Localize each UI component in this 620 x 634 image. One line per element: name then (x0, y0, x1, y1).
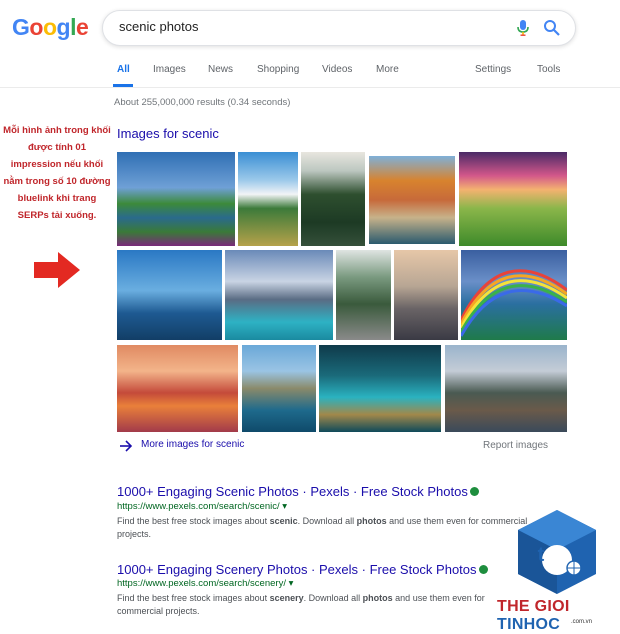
image-thumbnail[interactable] (225, 250, 333, 340)
arrow-more-icon[interactable] (119, 440, 133, 452)
image-thumbnail[interactable] (394, 250, 458, 340)
result-stats: About 255,000,000 results (0.34 seconds) (114, 97, 291, 108)
header-divider (0, 87, 620, 88)
image-thumbnail[interactable] (117, 250, 222, 340)
watermark-word: GIOI (534, 598, 570, 615)
image-thumbnail[interactable] (336, 250, 391, 340)
logo-letter-o1: o (29, 14, 43, 40)
tab-news[interactable]: News (208, 64, 233, 75)
snippet-text: Find the best free stock images about (117, 516, 270, 526)
verified-icon (469, 487, 479, 497)
snippet-text: . Download all (297, 516, 357, 526)
logo-letter-o2: o (42, 14, 57, 40)
tab-more[interactable]: More (376, 64, 399, 75)
watermark-letter: t (537, 544, 545, 566)
image-thumbnail[interactable] (238, 152, 298, 246)
url-dropdown-icon[interactable]: ▾ (282, 501, 287, 512)
google-logo[interactable]: Google (12, 14, 89, 41)
image-thumbnail[interactable] (319, 345, 441, 432)
result-url-text: https://www.pexels.com/search/scenic/ (117, 501, 280, 512)
snippet-keyword: scenery (269, 593, 304, 603)
watermark-word: TINHOC (497, 616, 561, 633)
snippet-text: Find the best free stock images about (117, 593, 270, 603)
watermark-word: THE (497, 598, 530, 615)
image-thumbnail[interactable] (117, 345, 238, 432)
snippet-keyword: photos (362, 593, 393, 603)
image-thumbnail[interactable] (461, 250, 567, 340)
tab-settings[interactable]: Settings (475, 64, 511, 75)
image-thumbnail[interactable] (301, 152, 365, 246)
result-url-text: https://www.pexels.com/search/scenery/ (117, 578, 286, 589)
watermark-domain: .com.vn (571, 619, 593, 625)
result-snippet: Find the best free stock images about sc… (117, 592, 529, 618)
result-title[interactable]: 1000+ Engaging Scenery Photos · Pexels ·… (117, 562, 477, 577)
snippet-text: . Download all (303, 593, 363, 603)
url-dropdown-icon[interactable]: ▾ (289, 578, 294, 589)
snippet-keyword: scenic (269, 516, 298, 526)
rainbow-graphic (461, 269, 567, 337)
tab-videos[interactable]: Videos (322, 64, 352, 75)
image-thumbnail[interactable] (117, 152, 235, 246)
search-result: 1000+ Engaging Scenic Photos · Pexels · … (117, 483, 479, 501)
result-url[interactable]: https://www.pexels.com/search/scenery/ ▾ (117, 578, 293, 589)
search-result: 1000+ Engaging Scenery Photos · Pexels ·… (117, 561, 488, 579)
search-input[interactable]: scenic photos (119, 19, 199, 34)
watermark-text: THE GIOI TINHOC (497, 598, 620, 634)
logo-letter-g: G (12, 14, 30, 40)
images-heading[interactable]: Images for scenic (117, 126, 219, 141)
image-thumbnail[interactable] (369, 156, 455, 244)
more-images-link[interactable]: More images for scenic (141, 439, 244, 450)
result-url[interactable]: https://www.pexels.com/search/scenic/ ▾ (117, 501, 287, 512)
image-thumbnail[interactable] (459, 152, 567, 246)
snippet-keyword: photos (356, 516, 387, 526)
verified-icon (478, 565, 488, 575)
microphone-icon[interactable] (515, 19, 531, 37)
result-snippet: Find the best free stock images about sc… (117, 515, 529, 541)
search-box[interactable]: scenic photos (102, 10, 576, 46)
search-tabs: All Images News Shopping Videos More Set… (0, 64, 620, 88)
result-title[interactable]: 1000+ Engaging Scenic Photos · Pexels · … (117, 484, 468, 499)
watermark-logo (518, 510, 596, 594)
image-thumbnail[interactable] (242, 345, 316, 432)
arrow-right-icon (34, 252, 80, 288)
tab-images[interactable]: Images (153, 64, 186, 75)
image-thumbnail[interactable] (445, 345, 567, 432)
report-images-link[interactable]: Report images (483, 440, 548, 451)
logo-letter-e: e (75, 14, 89, 40)
tab-all[interactable]: All (117, 64, 130, 75)
annotation-text: Mỗi hình ảnh trong khối được tính 01 imp… (3, 125, 111, 221)
search-icon[interactable] (543, 19, 561, 37)
logo-letter-g2: g (56, 14, 71, 40)
tab-tools[interactable]: Tools (537, 64, 560, 75)
tab-shopping[interactable]: Shopping (257, 64, 299, 75)
